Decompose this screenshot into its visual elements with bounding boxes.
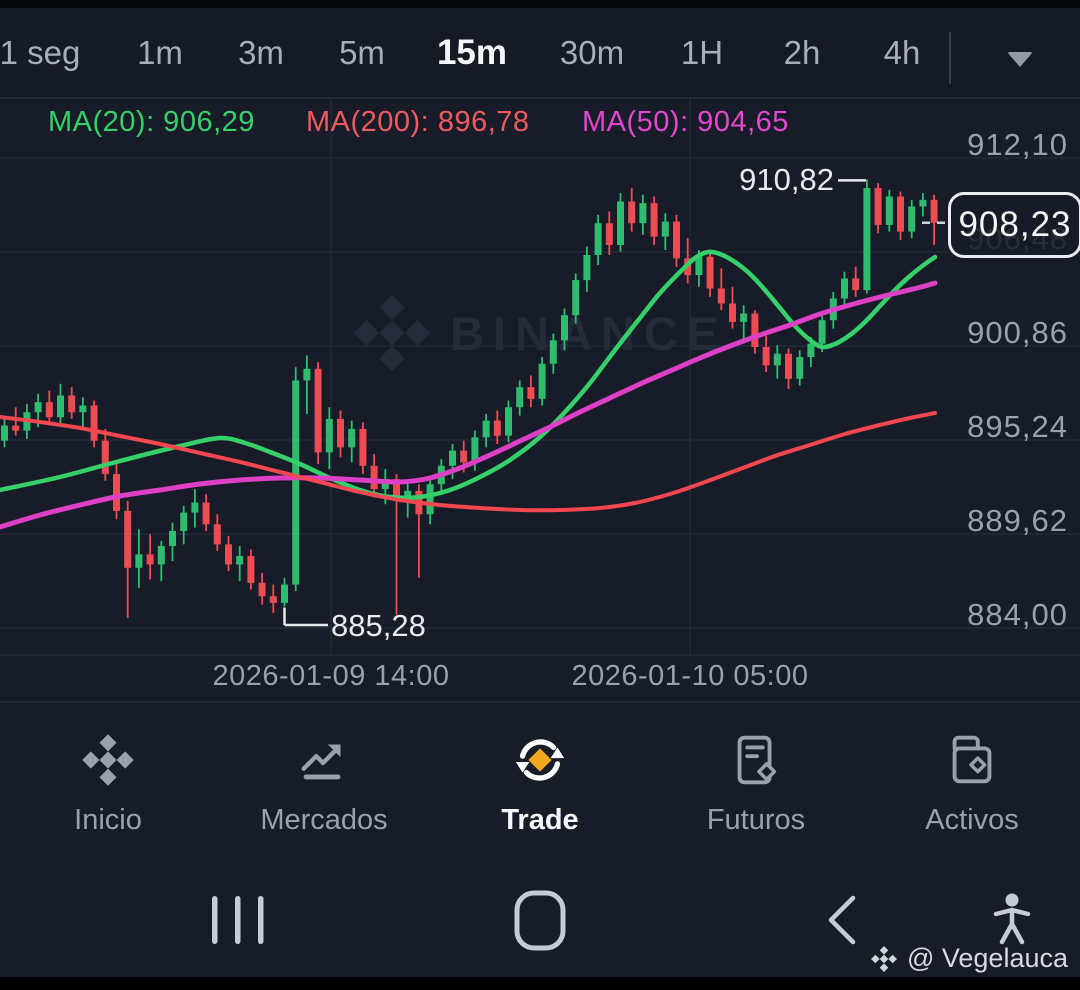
trade-cycle-icon — [509, 729, 571, 791]
markets-trend-icon — [293, 729, 355, 791]
back-icon[interactable] — [831, 898, 853, 942]
nav-item-trade[interactable]: Trade — [432, 703, 648, 863]
tab-30m[interactable]: 30m — [560, 8, 624, 97]
price-axis-label: 889,62 — [868, 503, 1068, 539]
accessibility-icon[interactable] — [996, 894, 1028, 943]
caret-down-icon[interactable] — [1007, 52, 1033, 67]
credit-text: @ Vegelauca — [907, 943, 1068, 974]
price-axis-label: 895,24 — [868, 409, 1068, 445]
current-price-badge: 908,23 — [948, 192, 1080, 258]
tab-5m[interactable]: 5m — [339, 8, 385, 97]
tab-2h[interactable]: 2h — [784, 8, 821, 97]
nav-item-mercados[interactable]: Mercados — [216, 703, 432, 863]
ma-line-MA(200) — [0, 413, 935, 510]
binance-home-icon — [77, 729, 139, 791]
price-axis-label: 912,10 — [868, 127, 1068, 163]
tab-1H[interactable]: 1H — [681, 8, 723, 97]
futures-contract-icon — [725, 729, 787, 791]
tab-4h[interactable]: 4h — [884, 8, 921, 97]
assets-wallet-icon — [941, 729, 1003, 791]
nav-label: Mercados — [216, 804, 432, 837]
binance-diamond-glyph — [871, 946, 897, 972]
low-annotation-line — [285, 608, 329, 625]
home-icon[interactable] — [517, 893, 563, 948]
price-axis-label: 900,86 — [868, 315, 1068, 351]
nav-item-inicio[interactable]: Inicio — [0, 703, 216, 863]
tab-15m[interactable]: 15m — [437, 8, 507, 97]
date-axis-label: 2026-01-09 14:00 — [171, 660, 491, 693]
binance-trading-app: 1 seg 1m 3m 5m 15m 30m 1H 2h 4h MA(20): … — [0, 0, 1080, 990]
binance-diamond-glyph — [82, 734, 134, 786]
tab-1seg[interactable]: 1 seg — [0, 8, 80, 97]
timeframe-bar: 1 seg 1m 3m 5m 15m 30m 1H 2h 4h — [0, 8, 1080, 99]
binance-watermark: BINANCE — [354, 295, 727, 372]
ma200-indicator-label: MA(200): 896,78 — [306, 106, 530, 139]
tab-3m[interactable]: 3m — [238, 8, 284, 97]
nav-label: Inicio — [0, 804, 216, 837]
candles — [1, 179, 938, 618]
screen-bottom-strip — [0, 977, 1080, 990]
tab-1m[interactable]: 1m — [137, 8, 183, 97]
tab-divider — [949, 32, 951, 84]
nav-label: Futuros — [648, 804, 864, 837]
date-axis-label: 2026-01-10 05:00 — [530, 660, 850, 693]
ma50-indicator-label: MA(50): 904,65 — [582, 106, 789, 139]
credit-watermark: @ Vegelauca — [869, 943, 1068, 974]
nav-label: Trade — [432, 804, 648, 837]
price-axis-label: 884,00 — [868, 597, 1068, 633]
low-price-annotation: 885,28 — [331, 608, 426, 644]
nav-label: Activos — [864, 804, 1080, 837]
binance-logo-icon — [869, 944, 899, 974]
ma-line-MA(20) — [0, 252, 935, 498]
high-price-annotation: 910,82 — [710, 162, 834, 198]
svg-text:BINANCE: BINANCE — [450, 307, 727, 360]
recents-icon[interactable] — [212, 896, 264, 944]
ma20-indicator-label: MA(20): 906,29 — [48, 106, 255, 139]
nav-item-futuros[interactable]: Futuros — [648, 703, 864, 863]
nav-item-activos[interactable]: Activos — [864, 703, 1080, 863]
binance-diamond-glyph — [354, 295, 431, 372]
bottom-navigation: Inicio Mercados Trade — [0, 701, 1080, 863]
